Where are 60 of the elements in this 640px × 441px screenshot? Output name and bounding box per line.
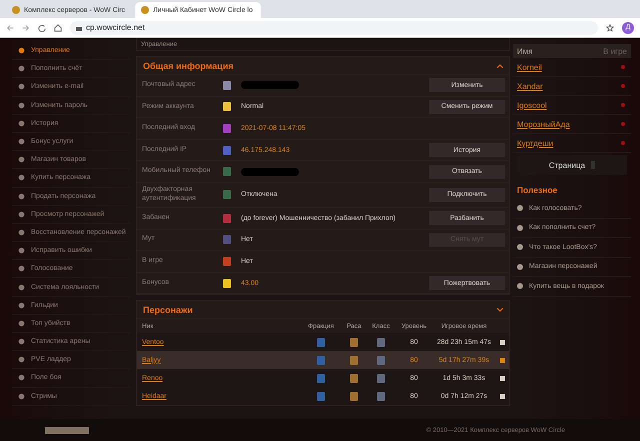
question-icon xyxy=(517,264,523,270)
panel-title: Персонажи xyxy=(143,304,193,315)
reload-icon[interactable] xyxy=(38,24,46,32)
menu-icon xyxy=(18,138,25,146)
menu-icon xyxy=(18,102,25,109)
redacted-bar xyxy=(241,168,299,176)
site-icon xyxy=(141,6,150,14)
menu-icon xyxy=(18,374,25,382)
panel-title: Общая информация xyxy=(143,60,234,70)
game-icon xyxy=(223,190,231,200)
game-icon xyxy=(223,102,231,112)
friend-name-link[interactable]: Xandar xyxy=(517,82,543,90)
collapse-icon[interactable] xyxy=(497,308,503,312)
page-label: Страница xyxy=(548,160,586,170)
menu-icon xyxy=(18,65,25,72)
game-icon xyxy=(223,80,231,90)
column-header: Имя xyxy=(517,46,533,56)
question-icon xyxy=(517,205,523,212)
game-icon xyxy=(223,167,231,176)
home-icon[interactable] xyxy=(54,24,62,32)
menu-icon xyxy=(18,338,25,346)
forward-icon[interactable] xyxy=(22,24,30,32)
menu-icon xyxy=(18,302,25,309)
redacted-bar xyxy=(241,81,299,90)
menu-icon xyxy=(18,247,25,254)
menu-icon xyxy=(18,210,25,218)
question-icon xyxy=(517,224,523,231)
star-icon[interactable] xyxy=(606,24,614,32)
back-icon[interactable] xyxy=(6,24,14,32)
badge-drawing xyxy=(45,426,89,434)
menu-icon xyxy=(18,392,25,400)
friend-name-link[interactable]: Korneil xyxy=(517,62,542,72)
page-input[interactable] xyxy=(591,161,596,169)
menu-icon xyxy=(18,228,25,236)
menu-icon xyxy=(18,356,25,364)
address-bar[interactable]: cp.wowcircle.net xyxy=(70,20,598,34)
menu-icon xyxy=(18,265,25,272)
game-icon xyxy=(223,214,231,223)
menu-icon xyxy=(18,192,25,200)
game-icon xyxy=(223,124,231,133)
collapse-icon[interactable] xyxy=(497,64,503,68)
menu-icon xyxy=(18,174,25,182)
column-header: В игре xyxy=(603,46,627,56)
game-icon xyxy=(223,235,231,244)
menu-icon xyxy=(18,83,25,90)
question-icon xyxy=(517,283,523,290)
friend-name-link[interactable]: Куртдеши xyxy=(517,138,554,148)
site-icon xyxy=(12,6,20,14)
friend-name-link[interactable]: МорозныйАда xyxy=(517,120,570,128)
menu-icon xyxy=(18,284,25,291)
game-icon xyxy=(223,278,231,288)
friend-name-link[interactable]: Igoscool xyxy=(517,100,547,110)
menu-icon xyxy=(18,156,25,164)
game-icon xyxy=(223,256,231,266)
menu-icon xyxy=(18,47,25,54)
menu-icon xyxy=(18,320,25,327)
menu-icon xyxy=(18,120,25,127)
question-icon xyxy=(517,244,523,250)
section-title: Полезное xyxy=(516,184,558,197)
game-icon xyxy=(223,146,231,155)
